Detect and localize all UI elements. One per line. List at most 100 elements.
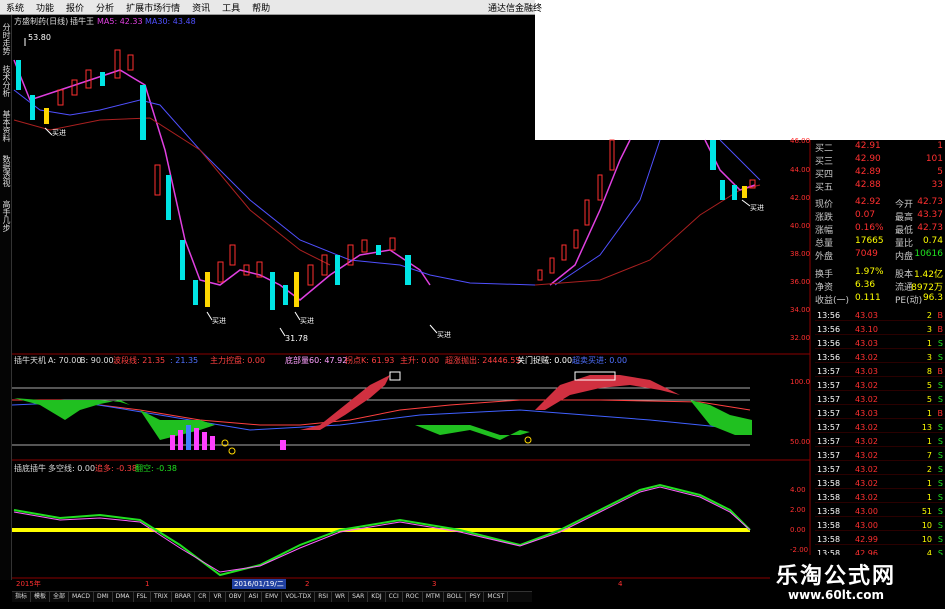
- candles: [16, 49, 756, 310]
- tick-row: 13:58 43.02 1 S: [815, 479, 945, 489]
- sub2-y-tick: 0.00: [790, 526, 806, 534]
- indicator-tab[interactable]: CCI: [386, 592, 403, 602]
- indicator-tab[interactable]: WR: [332, 592, 350, 602]
- y-tick: 38.00: [790, 250, 811, 258]
- indicator-tab[interactable]: KDJ: [368, 592, 386, 602]
- time-mark: 3: [432, 580, 437, 588]
- sub1-line4: 底部量60: 47.92: [285, 356, 348, 365]
- sub2-line2: 追多: -0.38: [95, 464, 137, 473]
- price-high-label: 53.80: [28, 33, 51, 42]
- tick-row: 13:57 43.02 1 S: [815, 437, 945, 447]
- indicator-tab[interactable]: VOL-TDX: [282, 592, 316, 602]
- stock-title: 方盛制药(日线): [14, 17, 69, 26]
- tick-row: 13:56 43.02 3 S: [815, 353, 945, 363]
- sub2-y-tick: -2.00: [790, 546, 809, 554]
- sub1-b: B: 90.00: [80, 356, 114, 365]
- sub2-indicator: [12, 483, 751, 577]
- stat-row: 现价 42.92 今开 42.73: [815, 197, 943, 210]
- sub2-y-tick: 4.00: [790, 486, 806, 494]
- y-tick: 40.00: [790, 222, 811, 230]
- indicator-tab[interactable]: 全部: [50, 592, 70, 602]
- sub1-line2: : 21.35: [170, 356, 199, 365]
- bid-row: 买五 42.88 33: [815, 180, 943, 193]
- ma30-line-right: [719, 139, 761, 181]
- indicator-tab[interactable]: ROC: [403, 592, 423, 602]
- indicator-tab[interactable]: BRAR: [172, 592, 196, 602]
- indicator-tab[interactable]: DMI: [94, 592, 113, 602]
- tick-row: 13:57 43.02 5 S: [815, 395, 945, 405]
- stat-row: 涨幅 0.16% 最低 42.73: [815, 223, 943, 236]
- time-year: 2015年: [16, 580, 41, 588]
- tick-row: 13:56 43.10 3 B: [815, 325, 945, 335]
- time-cursor-date: 2016/01/19/二: [232, 579, 286, 589]
- tick-row: 13:57 43.03 1 B: [815, 409, 945, 419]
- buy-arrows: [24, 38, 751, 337]
- sub2-line1: 多空线: 0.00: [48, 464, 96, 473]
- sub2-name: 插底插牛: [14, 464, 46, 473]
- indicator-tab[interactable]: MACD: [69, 592, 95, 602]
- tick-row: 13:57 43.02 13 S: [815, 423, 945, 433]
- indicator-tab[interactable]: SAR: [349, 592, 369, 602]
- sub1-line9: 超卖买进: 0.00: [572, 356, 628, 365]
- y-tick: 32.00: [790, 334, 811, 342]
- indicator-tab[interactable]: 指标: [12, 592, 32, 602]
- price-low-label: 31.78: [285, 334, 308, 343]
- indicator-tab[interactable]: ASI: [245, 592, 263, 602]
- indicator-name: 插牛王: [70, 17, 94, 26]
- indicator-tab[interactable]: CR: [195, 592, 211, 602]
- indicator-tab[interactable]: DMA: [113, 592, 134, 602]
- buy-label: 买进: [300, 317, 314, 325]
- y-tick: 44.00: [790, 166, 811, 174]
- indicator-tab[interactable]: VR: [210, 592, 226, 602]
- y-tick: 42.00: [790, 194, 811, 202]
- ma5-line-left: [13, 59, 431, 301]
- ma30-line-mid: [554, 139, 661, 286]
- sub1-indicator: [11, 371, 752, 455]
- stat-row: 外盘 7049 内盘 10616: [815, 249, 943, 262]
- tick-row: 13:58 42.99 10 S: [815, 535, 945, 545]
- tick-row: 13:58 43.00 51 S: [815, 507, 945, 517]
- buy-label: 买进: [212, 317, 226, 325]
- indicator-tab[interactable]: OBV: [226, 592, 246, 602]
- sub1-a: A: 70.00: [48, 356, 82, 365]
- indicator-tab[interactable]: BOLL: [444, 592, 467, 602]
- indicator-tab[interactable]: MTM: [423, 592, 444, 602]
- tick-row: 13:58 43.00 10 S: [815, 521, 945, 531]
- time-mark: 2: [305, 580, 310, 588]
- buy-label: 买进: [52, 129, 66, 137]
- tick-row: 13:57 43.03 8 B: [815, 367, 945, 377]
- sub1-y-tick: 50.00: [790, 438, 811, 446]
- indicator-tab[interactable]: EMV: [262, 592, 283, 602]
- stat-row: 收益(一) 0.111 PE(动) 96.3: [815, 293, 943, 306]
- indicator-tab[interactable]: 模板: [31, 592, 51, 602]
- stat-row: 换手 1.97% 股本 1.42亿: [815, 267, 943, 280]
- ma30-line-left: [13, 89, 536, 286]
- indicator-tab[interactable]: FSL: [134, 592, 152, 602]
- tick-row: 13:56 43.03 2 B: [815, 311, 945, 321]
- watermark-url: www.60lt.com: [788, 588, 885, 602]
- y-tick: 46.00: [790, 137, 811, 145]
- sub1-line1: 波段线: 21.35: [113, 356, 166, 365]
- sub1-line3: 主力控盘: 0.00: [210, 356, 266, 365]
- buy-label: 买进: [750, 204, 764, 212]
- sub1-line8: 关门捉贼: 0.00: [517, 356, 573, 365]
- indicator-tab[interactable]: RSI: [315, 592, 332, 602]
- bid-row: 买四 42.89 5: [815, 167, 943, 180]
- ma-red-line: [13, 117, 331, 266]
- tick-row: 13:58 43.02 1 S: [815, 493, 945, 503]
- sub2-line3: 翻空: -0.38: [135, 464, 177, 473]
- ma5-line-mid: [549, 139, 631, 286]
- ma5-label: MA5: 42.33: [97, 17, 143, 26]
- sub1-line6: 主升: 0.00: [400, 356, 440, 365]
- tick-row: 13:57 43.02 7 S: [815, 451, 945, 461]
- indicator-tab[interactable]: MCST: [484, 592, 509, 602]
- stat-row: 涨跌 0.07 最高 43.37: [815, 210, 943, 223]
- buy-label: 买进: [437, 331, 451, 339]
- indicator-tab[interactable]: TRIX: [151, 592, 172, 602]
- sub2-y-tick: 2.00: [790, 506, 806, 514]
- sub1-name: 插牛天机: [14, 356, 46, 365]
- time-mark: 1: [145, 580, 150, 588]
- indicator-tab-bar: 指标 模板 全部 MACD DMI DMA FSL TRIX BRAR CR VR OBV ASI EMV…: [12, 591, 532, 602]
- ma30-label: MA30: 43.48: [145, 17, 196, 26]
- indicator-tab[interactable]: PSY: [466, 592, 485, 602]
